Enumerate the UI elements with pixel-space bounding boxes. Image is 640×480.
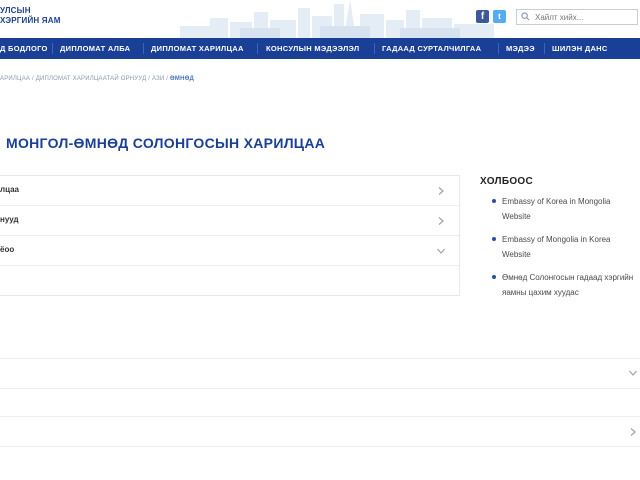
nav-divider <box>52 43 53 54</box>
links-title: ХОЛБООС <box>480 176 534 187</box>
facebook-icon[interactable]: f <box>476 10 489 23</box>
search-input[interactable] <box>535 11 635 23</box>
link-text[interactable]: Embassy of Mongolia in Korea Website <box>502 235 611 259</box>
link-item[interactable]: Embassy of Korea in Mongolia Website <box>490 194 638 224</box>
nav-divider <box>143 43 144 54</box>
link-item[interactable]: Embassy of Mongolia in Korea Website <box>490 232 638 262</box>
logo-line-2: ХЭРГИЙН ЯАМ <box>0 16 61 25</box>
main-navigation: Д БОДЛОГО ДИПЛОМАТ АЛБА ДИПЛОМАТ ХАРИЛЦА… <box>0 38 640 59</box>
chevron-down-icon[interactable] <box>436 246 446 256</box>
ministry-logo-text[interactable]: УЛСЫН ХЭРГИЙН ЯАМ <box>0 6 61 26</box>
chevron-right-icon[interactable] <box>628 427 638 437</box>
section-divider <box>0 446 640 447</box>
nav-item-news[interactable]: МЭДЭЭ <box>506 38 535 59</box>
section-divider <box>0 416 640 417</box>
accordion-item-label: лцаа <box>0 185 19 194</box>
nav-divider <box>498 43 499 54</box>
accordion-item-label: нууд <box>0 215 19 224</box>
bullet-icon <box>492 199 496 203</box>
link-text[interactable]: Embassy of Korea in Mongolia Website <box>502 197 611 221</box>
nav-item-public-diplomacy[interactable]: ГАДААД СУРТАЛЧИЛГАА <box>382 38 481 59</box>
section-divider <box>0 358 640 359</box>
accordion-item[interactable]: ёоо <box>0 236 459 266</box>
search-icon[interactable] <box>521 12 530 21</box>
nav-item-consular-info[interactable]: КОНСУЛЫН МЭДЭЭЛЭЛ <box>266 38 359 59</box>
accordion-item[interactable]: нууд <box>0 206 459 236</box>
link-item[interactable]: Өмнөд Солонгосын гадаад хэргийн яамны ца… <box>490 270 638 300</box>
link-text[interactable]: Өмнөд Солонгосын гадаад хэргийн яамны ца… <box>502 273 633 297</box>
nav-item-transparent-account[interactable]: ШИЛЭН ДАНС <box>552 38 608 59</box>
nav-item-diplomatic-service[interactable]: ДИПЛОМАТ АЛБА <box>60 38 130 59</box>
nav-divider <box>544 43 545 54</box>
accordion: лцаа нууд ёоо <box>0 175 460 296</box>
logo-line-1: УЛСЫН <box>0 6 31 15</box>
breadcrumb-current: ӨМНӨД <box>170 76 194 82</box>
links-list: Embassy of Korea in Mongolia Website Emb… <box>490 194 638 308</box>
nav-item-diplomatic-relations[interactable]: ДИПЛОМАТ ХАРИЛЦАА <box>151 38 244 59</box>
section-divider <box>0 388 640 389</box>
breadcrumb-path[interactable]: АРИЛЦАА / ДИПЛОМАТ ХАРИЛЦААТАЙ ОРНУУД / … <box>0 76 170 82</box>
chevron-right-icon[interactable] <box>436 216 446 226</box>
page-title: МОНГОЛ-ӨМНӨД СОЛОНГОСЫН ХАРИЛЦАА <box>6 135 326 151</box>
twitter-icon[interactable]: t <box>493 10 506 23</box>
bullet-icon <box>492 237 496 241</box>
accordion-item-label: ёоо <box>0 245 15 254</box>
site-header: УЛСЫН ХЭРГИЙН ЯАМ f t <box>0 0 640 38</box>
accordion-item[interactable]: лцаа <box>0 176 459 206</box>
nav-divider <box>374 43 375 54</box>
bullet-icon <box>492 275 496 279</box>
chevron-down-icon[interactable] <box>628 368 638 378</box>
chevron-right-icon[interactable] <box>436 186 446 196</box>
search-box[interactable] <box>516 9 638 25</box>
nav-divider <box>257 43 258 54</box>
nav-item-policy[interactable]: Д БОДЛОГО <box>0 38 48 59</box>
breadcrumb: АРИЛЦАА / ДИПЛОМАТ ХАРИЛЦААТАЙ ОРНУУД / … <box>0 76 194 82</box>
